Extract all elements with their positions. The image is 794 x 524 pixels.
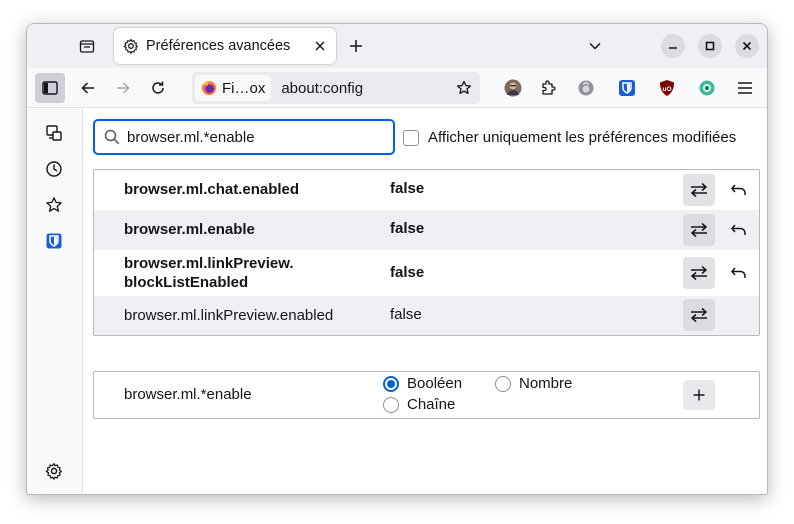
toggle-arrows-icon xyxy=(690,307,708,323)
minimize-icon xyxy=(669,47,677,49)
modified-only-option[interactable]: Afficher uniquement les préférences modi… xyxy=(403,129,736,146)
puzzle-icon xyxy=(542,80,556,95)
toggle-arrows-icon xyxy=(690,182,708,198)
new-preference-row: browser.ml.*enable Booléen Nombre Chaîne xyxy=(93,371,760,419)
radio-string[interactable] xyxy=(383,396,399,413)
preferences-table: browser.ml.chat.enabled false browser.ml… xyxy=(93,169,760,336)
bitwarden-icon[interactable] xyxy=(612,73,642,103)
menu-button[interactable] xyxy=(730,73,760,103)
extensions-button[interactable] xyxy=(533,73,563,103)
pref-value: false xyxy=(390,264,425,281)
plus-icon xyxy=(350,40,362,52)
synced-tabs-icon[interactable] xyxy=(42,121,66,145)
tab-advanced-preferences[interactable]: Préférences avancées xyxy=(114,28,336,64)
plus-icon xyxy=(693,389,705,401)
add-button[interactable] xyxy=(683,380,715,410)
extension-b-icon[interactable] xyxy=(692,73,722,103)
tab-bar: Préférences avancées xyxy=(27,24,767,68)
toggle-button[interactable] xyxy=(683,257,715,289)
tab-title: Préférences avancées xyxy=(146,38,291,54)
radio-number-label: Nombre xyxy=(519,375,573,392)
firefox-icon xyxy=(202,81,216,95)
undo-icon xyxy=(731,267,746,278)
reset-button[interactable] xyxy=(727,218,751,242)
pref-value: false xyxy=(390,306,422,323)
radio-string-label: Chaîne xyxy=(407,396,456,413)
identity-box[interactable]: Fi…ox xyxy=(195,75,272,101)
star-icon[interactable] xyxy=(453,77,475,99)
toggle-arrows-icon xyxy=(690,265,708,281)
type-radio-boolean[interactable]: Booléen xyxy=(383,375,462,392)
sidebar-icon xyxy=(42,81,58,95)
pref-name-line: blockListEnabled xyxy=(124,274,249,291)
pref-name: browser.ml.enable xyxy=(124,221,255,238)
search-icon xyxy=(104,129,120,145)
gear-icon xyxy=(122,37,140,55)
url-text[interactable]: about:config xyxy=(281,80,453,97)
close-window-button[interactable] xyxy=(735,34,759,58)
table-row: browser.ml.enable false xyxy=(94,210,759,250)
bitwarden-sidebar-icon[interactable] xyxy=(42,229,66,253)
extension-a-icon[interactable] xyxy=(571,73,601,103)
pref-name: browser.ml.chat.enabled xyxy=(124,181,300,198)
undo-icon xyxy=(731,224,746,235)
pref-value: false xyxy=(390,180,425,197)
svg-text:uO: uO xyxy=(662,86,671,93)
browser-window: Préférences avancées Fi…ox about:config … xyxy=(26,23,768,495)
hamburger-menu-icon xyxy=(738,82,752,94)
nav-bar: Fi…ox about:config uO xyxy=(27,68,767,108)
search-input[interactable] xyxy=(127,128,377,146)
table-row: browser.ml.linkPreview. blockListEnabled … xyxy=(94,250,759,296)
reload-button[interactable] xyxy=(143,73,173,103)
pref-name-line: browser.ml.linkPreview. xyxy=(124,255,294,272)
tab-list-icon[interactable] xyxy=(73,34,101,58)
pref-name: browser.ml.linkPreview. blockListEnabled xyxy=(124,254,294,292)
about-config-page: Afficher uniquement les préférences modi… xyxy=(83,109,767,494)
toggle-arrows-icon xyxy=(690,222,708,238)
gear-icon[interactable] xyxy=(42,459,66,483)
forward-arrow-icon xyxy=(117,82,130,94)
url-bar[interactable]: Fi…ox about:config xyxy=(192,72,480,104)
search-field[interactable] xyxy=(93,119,395,155)
modified-only-label: Afficher uniquement les préférences modi… xyxy=(428,129,737,146)
minimize-button[interactable] xyxy=(661,34,685,58)
maximize-button[interactable] xyxy=(698,34,722,58)
close-icon[interactable] xyxy=(310,36,330,56)
back-button[interactable] xyxy=(73,73,103,103)
maximize-icon xyxy=(705,41,715,51)
chevron-down-icon[interactable] xyxy=(584,35,606,57)
table-row: browser.ml.linkPreview.enabled false xyxy=(94,296,759,335)
table-row: browser.ml.chat.enabled false xyxy=(94,170,759,210)
history-icon[interactable] xyxy=(42,157,66,181)
undo-icon xyxy=(731,184,746,195)
reset-button[interactable] xyxy=(727,261,751,285)
back-arrow-icon xyxy=(81,82,94,94)
radio-number[interactable] xyxy=(495,375,511,392)
reset-button[interactable] xyxy=(727,178,751,202)
modified-only-checkbox[interactable] xyxy=(403,129,419,146)
reload-icon xyxy=(152,81,164,94)
sidebar xyxy=(27,109,83,494)
sidebar-toggle-button[interactable] xyxy=(35,73,65,103)
avatar[interactable] xyxy=(498,73,528,103)
identity-label: Fi…ox xyxy=(222,79,266,97)
toggle-button[interactable] xyxy=(683,214,715,246)
pref-name: browser.ml.linkPreview.enabled xyxy=(124,307,334,324)
pref-value: false xyxy=(390,220,425,237)
toggle-button[interactable] xyxy=(683,299,715,331)
type-radio-number[interactable]: Nombre xyxy=(495,375,572,392)
new-pref-name: browser.ml.*enable xyxy=(124,386,252,403)
forward-button[interactable] xyxy=(108,73,138,103)
radio-boolean-label: Booléen xyxy=(407,375,463,392)
close-window-icon xyxy=(742,41,752,51)
toggle-button[interactable] xyxy=(683,174,715,206)
radio-boolean[interactable] xyxy=(383,375,399,392)
bookmarks-star-icon[interactable] xyxy=(42,193,66,217)
new-tab-button[interactable] xyxy=(345,35,367,57)
type-radio-string[interactable]: Chaîne xyxy=(383,396,455,413)
ublock-icon[interactable]: uO xyxy=(652,73,682,103)
